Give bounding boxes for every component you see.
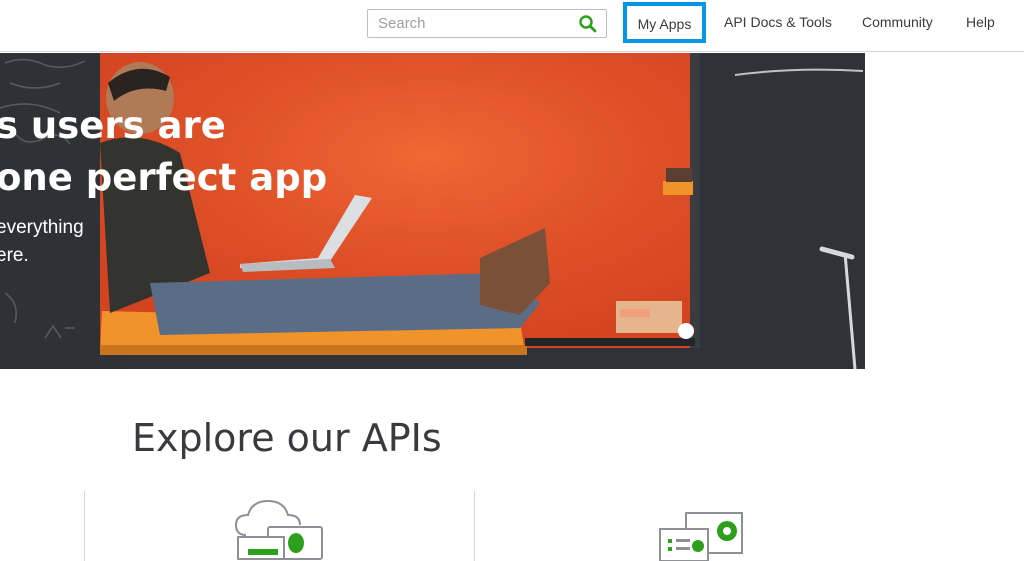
- explore-apis-heading: Explore our APIs: [132, 416, 442, 460]
- nav-my-apps-link[interactable]: My Apps: [623, 2, 706, 43]
- hero-headline: s users are one perfect app: [0, 100, 327, 204]
- nav-community-link[interactable]: Community: [862, 0, 933, 44]
- nav-help-link[interactable]: Help: [966, 0, 995, 44]
- search-icon[interactable]: [578, 14, 598, 34]
- section-divider: [474, 491, 475, 561]
- search-input[interactable]: [368, 10, 568, 37]
- section-divider: [84, 491, 85, 561]
- top-navigation-bar: My Apps API Docs & Tools Community Help: [0, 0, 1024, 52]
- nav-api-docs-tools-link[interactable]: API Docs & Tools: [724, 0, 832, 44]
- dashboard-api-icon[interactable]: [656, 511, 746, 561]
- hero-headline-line-1: s users are: [0, 104, 226, 147]
- search-box: [367, 9, 607, 38]
- cloud-api-icon[interactable]: [234, 499, 326, 561]
- hero-subtitle-line-1: everything: [0, 217, 84, 238]
- hero-headline-line-2: one perfect app: [0, 156, 328, 199]
- hero-subtitle-line-2: ere.: [0, 245, 29, 266]
- hero-subtitle: everything ere.: [0, 214, 84, 270]
- hero-banner: s users are one perfect app everything e…: [0, 53, 1024, 369]
